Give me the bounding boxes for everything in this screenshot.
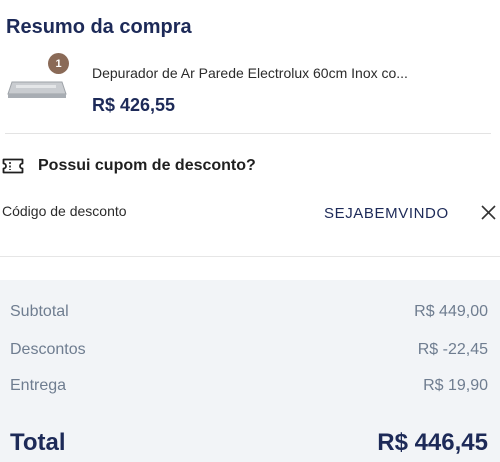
total-value: R$ 446,45 [377,429,488,456]
coupon-question[interactable]: Possui cupom de desconto? [38,157,256,175]
divider [5,133,491,134]
delivery-value: R$ 19,90 [423,377,488,394]
subtotal-label: Subtotal [10,303,69,320]
discount-label: Descontos [10,341,86,358]
product-name[interactable]: Depurador de Ar Parede Electrolux 60cm I… [92,65,464,81]
total-label: Total [10,429,66,456]
subtotal-value: R$ 449,00 [414,303,488,320]
quantity-badge: 1 [48,53,69,74]
delivery-label: Entrega [10,377,67,394]
close-icon[interactable] [480,204,497,221]
product-image [6,72,68,108]
discount-code-value: SEJABEMVINDO [324,205,449,222]
summary-title: Resumo da compra [6,16,192,38]
coupon-ticket-icon [2,157,24,175]
discount-value: R$ -22,45 [417,341,488,358]
discount-code-label: Código de desconto [2,203,127,219]
product-price: R$ 426,55 [92,95,176,115]
divider [0,256,500,257]
